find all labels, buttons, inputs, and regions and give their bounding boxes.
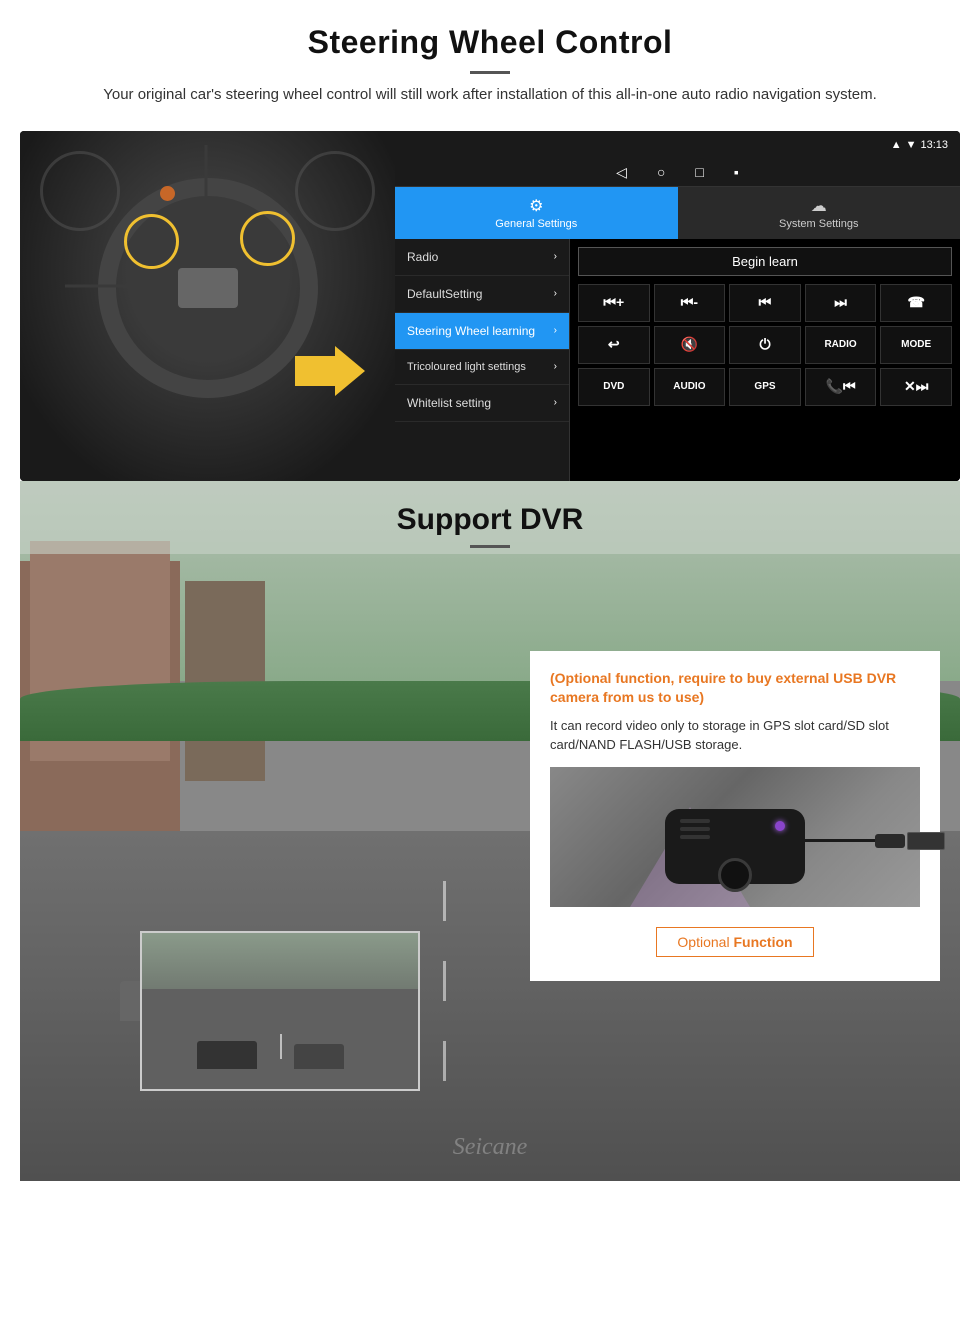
section1-title: Steering Wheel Control <box>40 24 940 61</box>
ctrl-btn-dvd[interactable]: DVD <box>578 368 650 406</box>
menu-area: Radio › DefaultSetting › Steering Wheel … <box>395 239 960 481</box>
android-panel: ▲ ▼ 13:13 ◁ ○ □ ▪ ⚙ General Settings ☁ S… <box>395 131 960 481</box>
optional-function-badge[interactable]: Optional Function <box>656 927 813 957</box>
back-icon[interactable]: ◁ <box>616 164 627 181</box>
signal-icon: ▲ <box>891 139 902 151</box>
ctrl-btn-gps[interactable]: GPS <box>729 368 801 406</box>
menu-item-steering[interactable]: Steering Wheel learning › <box>395 313 569 350</box>
menu-item-tricolour[interactable]: Tricoloured light settings › <box>395 350 569 385</box>
ctrl-btn-mute[interactable]: 🔇 <box>654 326 726 364</box>
menu-icon[interactable]: ▪ <box>734 164 739 180</box>
recent-icon[interactable]: □ <box>695 164 703 180</box>
ctrl-btn-audio[interactable]: AUDIO <box>654 368 726 406</box>
dvr-section: Support DVR (Optional function, require … <box>20 481 960 1181</box>
statusbar: ▲ ▼ 13:13 <box>395 131 960 159</box>
tab-system-label: System Settings <box>779 218 858 230</box>
dvr-preview-box <box>140 931 420 1091</box>
menu-arrow-icon2: › <box>554 288 557 299</box>
ctrl-btn-mode[interactable]: MODE <box>880 326 952 364</box>
ctrl-row-3: DVD AUDIO GPS 📞⏮ ✕⏭ <box>578 368 952 406</box>
tabs-row: ⚙ General Settings ☁ System Settings <box>395 187 960 239</box>
tab-system-settings[interactable]: ☁ System Settings <box>678 187 961 239</box>
dvr-title-wrap: Support DVR <box>20 481 960 554</box>
menu-arrow-icon4: › <box>554 361 557 372</box>
begin-learn-button[interactable]: Begin learn <box>578 247 952 276</box>
optional-word: Optional <box>677 934 729 950</box>
nav-bar: ◁ ○ □ ▪ <box>395 159 960 187</box>
section1-subtitle: Your original car's steering wheel contr… <box>80 84 900 107</box>
ctrl-btn-vol-up[interactable]: ⏮+ <box>578 284 650 322</box>
general-settings-icon: ⚙ <box>529 196 543 216</box>
menu-item-default[interactable]: DefaultSetting › <box>395 276 569 313</box>
menu-arrow-icon5: › <box>554 397 557 408</box>
ctrl-btn-back[interactable]: ↩ <box>578 326 650 364</box>
wifi-icon: ▼ <box>906 139 917 151</box>
ctrl-btn-next[interactable]: ⏭ <box>805 284 877 322</box>
dvr-optional-text: (Optional function, require to buy exter… <box>550 669 920 708</box>
menu-item-radio[interactable]: Radio › <box>395 239 569 276</box>
menu-arrow-icon: › <box>554 251 557 262</box>
dvr-title: Support DVR <box>20 503 960 537</box>
dvr-preview-inner <box>142 933 418 1089</box>
tab-general-settings[interactable]: ⚙ General Settings <box>395 187 678 239</box>
yellow-arrow <box>295 346 365 401</box>
system-settings-icon: ☁ <box>811 196 827 216</box>
menu-list: Radio › DefaultSetting › Steering Wheel … <box>395 239 570 481</box>
menu-tricolour-label: Tricoloured light settings <box>407 361 526 373</box>
dvr-camera-body <box>665 809 805 884</box>
ctrl-btn-call-prev[interactable]: 📞⏮ <box>805 368 877 406</box>
control-grid: ⏮+ ⏮- ⏮ ⏭ ☎ ↩ 🔇 ⏻ RADIO MODE <box>578 284 952 406</box>
ctrl-btn-end-next[interactable]: ✕⏭ <box>880 368 952 406</box>
title-divider <box>470 71 510 74</box>
seicane-watermark: Seicane <box>453 1134 528 1161</box>
content-area: Begin learn ⏮+ ⏮- ⏮ ⏭ ☎ ↩ 🔇 ⏻ <box>570 239 960 481</box>
dvr-desc-text: It can record video only to storage in G… <box>550 716 920 755</box>
ctrl-row-1: ⏮+ ⏮- ⏮ ⏭ ☎ <box>578 284 952 322</box>
menu-radio-label: Radio <box>407 250 438 264</box>
ctrl-btn-phone[interactable]: ☎ <box>880 284 952 322</box>
tab-general-label: General Settings <box>495 218 577 230</box>
menu-item-whitelist[interactable]: Whitelist setting › <box>395 385 569 422</box>
menu-default-label: DefaultSetting <box>407 287 482 301</box>
dvr-info-box: (Optional function, require to buy exter… <box>530 651 940 981</box>
ctrl-btn-prev[interactable]: ⏮ <box>729 284 801 322</box>
ctrl-row-2: ↩ 🔇 ⏻ RADIO MODE <box>578 326 952 364</box>
menu-arrow-icon3: › <box>554 325 557 336</box>
ctrl-btn-radio[interactable]: RADIO <box>805 326 877 364</box>
menu-whitelist-label: Whitelist setting <box>407 396 491 410</box>
function-word: Function <box>733 934 792 950</box>
steering-wheel-visual <box>98 178 318 398</box>
dvr-camera-area <box>550 767 920 907</box>
home-icon[interactable]: ○ <box>657 164 665 180</box>
steering-photo <box>20 131 395 481</box>
ctrl-btn-power[interactable]: ⏻ <box>729 326 801 364</box>
dvr-title-divider <box>470 545 510 548</box>
section1-header: Steering Wheel Control Your original car… <box>0 0 980 131</box>
begin-learn-row: Begin learn <box>578 247 952 276</box>
menu-steering-label: Steering Wheel learning <box>407 324 535 338</box>
ctrl-btn-vol-down[interactable]: ⏮- <box>654 284 726 322</box>
steering-container: ▲ ▼ 13:13 ◁ ○ □ ▪ ⚙ General Settings ☁ S… <box>20 131 960 481</box>
status-time: 13:13 <box>920 139 948 151</box>
